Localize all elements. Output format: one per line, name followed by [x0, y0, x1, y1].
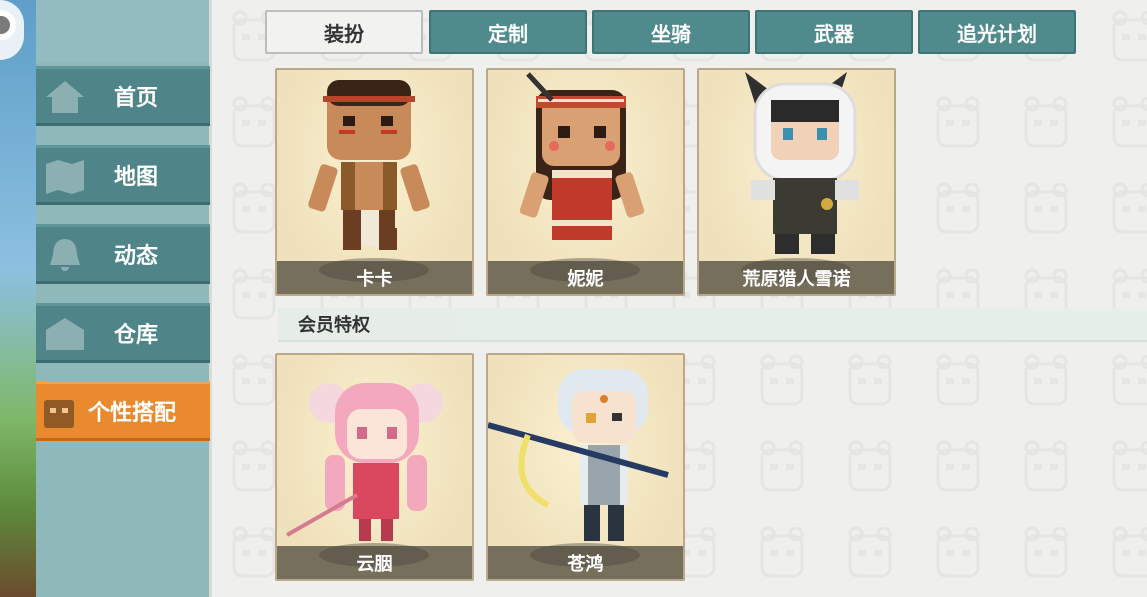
tab-mounts[interactable]: 坐骑 — [592, 10, 750, 54]
sidebar-item-home[interactable]: 首页 — [36, 66, 210, 126]
character-nini — [519, 72, 645, 240]
main-content: 装扮 定制 坐骑 武器 追光计划 卡卡 妮妮 荒原猎人雪诺 会员特权 云胭 苍鸿 — [212, 0, 1147, 597]
outfit-icon — [44, 400, 74, 428]
character-canghong — [488, 369, 669, 541]
skin-card[interactable]: 卡卡 — [275, 68, 474, 296]
sidebar-item-label: 地图 — [114, 165, 159, 190]
skin-name: 荒原猎人雪诺 — [699, 261, 894, 294]
skin-name: 卡卡 — [277, 261, 472, 294]
sidebar-item-warehouse[interactable]: 仓库 — [36, 303, 210, 363]
sidebar-item-feed[interactable]: 动态 — [36, 224, 210, 284]
skin-card[interactable]: 荒原猎人雪诺 — [697, 68, 896, 296]
skin-card[interactable]: 苍鸿 — [486, 353, 685, 581]
sidebar-item-label: 首页 — [114, 86, 159, 111]
section-title-vip: 会员特权 — [278, 308, 1147, 342]
map-icon — [46, 160, 84, 194]
skin-name: 妮妮 — [488, 261, 683, 294]
sidebar-item-label: 个性搭配 — [88, 401, 177, 426]
character-kaka — [308, 80, 430, 250]
home-icon — [46, 81, 84, 113]
warehouse-icon — [46, 318, 84, 350]
character-snow-hunter — [745, 72, 859, 254]
tab-outfit[interactable]: 装扮 — [265, 10, 423, 54]
sidebar-item-outfit[interactable]: 个性搭配 — [36, 381, 210, 441]
tab-weapons[interactable]: 武器 — [755, 10, 913, 54]
sidebar-item-label: 仓库 — [114, 323, 159, 348]
sidebar: 首页 地图 动态 仓库 个性搭配 — [36, 0, 212, 597]
character-yunyan — [286, 383, 443, 541]
sidebar-item-label: 动态 — [114, 244, 159, 269]
skin-name: 苍鸿 — [488, 546, 683, 579]
skin-card[interactable]: 云胭 — [275, 353, 474, 581]
tab-light-plan[interactable]: 追光计划 — [918, 10, 1076, 54]
tab-custom[interactable]: 定制 — [429, 10, 587, 54]
bell-icon — [50, 239, 80, 271]
sidebar-header — [36, 0, 209, 62]
skin-name: 云胭 — [277, 546, 472, 579]
background-scenery — [0, 0, 38, 597]
skin-card[interactable]: 妮妮 — [486, 68, 685, 296]
sidebar-item-map[interactable]: 地图 — [36, 145, 210, 205]
